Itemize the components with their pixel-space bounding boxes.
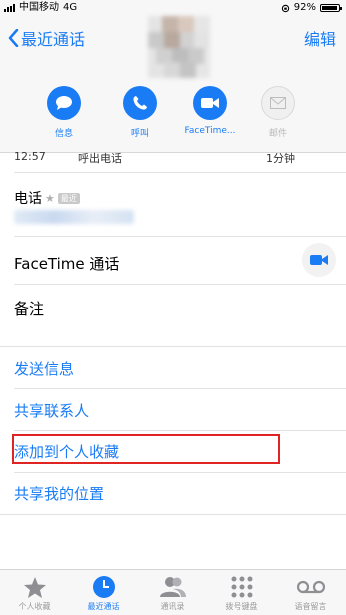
divider [14, 236, 346, 237]
divider [14, 388, 346, 389]
call-type: 呼出电话 [78, 152, 122, 165]
rotation-lock-icon [281, 4, 289, 12]
network-type: 4G [63, 2, 78, 13]
phone-field-label: 电话 ★ 最近 [14, 188, 80, 208]
message-action[interactable]: 信息 [34, 86, 94, 139]
share-contact-link[interactable]: 共享联系人 [14, 400, 346, 421]
tab-recents-label: 最近通话 [87, 602, 120, 611]
highlight-box [12, 434, 280, 464]
mail-icon [261, 86, 295, 120]
status-left: 中国移动 4G [4, 0, 77, 16]
facetime-action-label: FaceTime... [184, 126, 236, 136]
tab-voicemail-label: 语音留言 [294, 602, 327, 611]
mail-action-label: 邮件 [268, 129, 287, 139]
call-action[interactable]: 呼叫 [110, 86, 170, 139]
voicemail-icon [276, 574, 345, 600]
facetime-video-button[interactable] [302, 243, 336, 277]
carrier-name: 中国移动 [19, 2, 59, 13]
message-action-label: 信息 [54, 129, 73, 139]
call-time: 12:57 [14, 150, 46, 163]
send-message-link[interactable]: 发送信息 [14, 358, 346, 379]
star-icon [0, 574, 69, 600]
status-right: 92% [281, 0, 342, 16]
battery-percent: 92% [293, 2, 316, 13]
video-icon [310, 255, 328, 265]
signal-icon [4, 4, 15, 12]
edit-button[interactable]: 编辑 [304, 26, 336, 50]
contact-header: 最近通话 编辑 信息 呼叫 FaceTime... 邮件 [0, 16, 346, 153]
tab-bar: 个人收藏 最近通话 通讯录 拨号键盘 语音留言 [0, 569, 346, 615]
share-location-link[interactable]: 共享我的位置 [14, 483, 346, 504]
action-row: 信息 呼叫 FaceTime... 邮件 [0, 86, 346, 146]
back-button[interactable]: 最近通话 [8, 26, 85, 50]
notes-label[interactable]: 备注 [14, 298, 346, 319]
phone-icon [123, 86, 157, 120]
divider [0, 346, 346, 347]
tab-contacts-label: 通讯录 [160, 602, 185, 611]
phone-label: 电话 [14, 191, 42, 207]
tab-contacts[interactable]: 通讯录 [138, 574, 207, 612]
status-bar: 中国移动 4G 92% [0, 0, 346, 16]
tab-voicemail[interactable]: 语音留言 [276, 574, 345, 612]
divider [14, 284, 346, 285]
tab-favorites-label: 个人收藏 [18, 602, 51, 611]
message-icon [47, 86, 81, 120]
divider [0, 514, 346, 515]
recent-badge: 最近 [57, 192, 80, 204]
chevron-left-icon [8, 29, 19, 47]
facetime-action[interactable]: FaceTime... [180, 86, 240, 136]
divider [14, 430, 346, 431]
back-label: 最近通话 [21, 30, 86, 49]
tab-recents[interactable]: 最近通话 [69, 574, 138, 612]
divider [14, 172, 346, 173]
tab-keypad-label: 拨号键盘 [225, 602, 258, 611]
call-duration: 1分钟 [266, 152, 295, 165]
battery-icon [320, 4, 342, 12]
call-action-label: 呼叫 [130, 129, 149, 139]
divider [14, 472, 346, 473]
mail-action[interactable]: 邮件 [248, 86, 308, 139]
clock-icon [69, 574, 138, 600]
contact-avatar [148, 16, 210, 78]
keypad-icon [207, 574, 276, 600]
facetime-row-label: FaceTime 通话 [14, 255, 120, 273]
video-icon [193, 86, 227, 120]
tab-favorites[interactable]: 个人收藏 [0, 574, 69, 612]
tab-keypad[interactable]: 拨号键盘 [207, 574, 276, 612]
star-icon: ★ [45, 191, 55, 205]
phone-number[interactable] [14, 210, 134, 224]
contacts-icon [138, 574, 207, 600]
